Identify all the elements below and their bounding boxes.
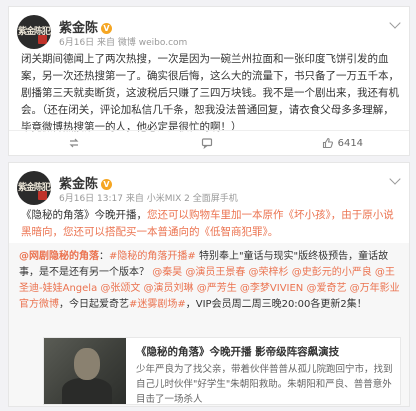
author-avatar[interactable]: 紫金陈犯罪 (17, 15, 51, 49)
video-thumbnail[interactable] (44, 338, 126, 404)
author-avatar[interactable]: 紫金陈犯罪 (17, 171, 51, 205)
like-count: 6414 (337, 137, 364, 149)
avatar-red-mark (38, 191, 47, 200)
video-title[interactable]: 《隐秘的角落》今晚开播 影帝级阵容飙演技 (136, 344, 339, 359)
author-name-row[interactable]: 紫金陈 V (59, 17, 113, 36)
weibo-post-1: 紫金陈犯罪 紫金陈V 6月16日 来自 微博 weibo.com 闭关期间德闻上… (8, 6, 410, 156)
thumbs-up-icon (322, 137, 333, 149)
chevron-down-icon[interactable] (389, 17, 401, 29)
post-body: 闭关期间德闻上了两次热搜，一次是因为一碗兰州拉面和一张印度飞饼引发的血案，另一次… (21, 51, 399, 136)
verified-icon: V (101, 179, 113, 190)
video-card[interactable]: 《隐秘的角落》今晚开播 影帝级阵容飙演技 少年严良为了找父亲，带着伙伴普普从孤儿… (43, 337, 401, 405)
post1-text-segment: 闭关期间德闻上了两次热搜，一次是因为一碗兰州拉面和一张印度飞饼引发的血案，另一次… (21, 53, 399, 133)
post-body: 《隐秘的角落》今晚开播，您还可以购物车里加一本原作《坏小孩》，由于原小说黑暗向，… (21, 207, 399, 241)
repost-colon: ： (99, 251, 109, 262)
post2-text-segment: 《隐秘的角落》今晚开播， (21, 209, 147, 221)
action-bar: 6414 (9, 130, 409, 155)
weibo-post-2: 紫金陈犯罪 紫金陈V 6月16日 13:17 来自 小米MIX 2 全面屏手机 … (8, 162, 410, 407)
avatar-red-mark (38, 35, 47, 44)
post-meta: 6月16日 来自 微博 weibo.com (59, 38, 188, 48)
author-name[interactable]: 紫金陈 (59, 21, 98, 36)
author-name-row[interactable]: 紫金陈 V (59, 173, 113, 192)
repost-text-segment: ，VIP会员周二周三晚20:00各更新2集！ (185, 299, 367, 310)
reposted-weibo[interactable]: @网剧隐秘的角落：#隐秘的角落开播# 特别奉上"童话与现实"版终极预告，童话故事… (9, 243, 409, 406)
author-name[interactable]: 紫金陈 (59, 177, 98, 192)
repost-icon (69, 138, 79, 148)
repost-button[interactable] (9, 131, 142, 155)
chevron-down-icon[interactable] (389, 173, 401, 185)
like-button[interactable]: 6414 (276, 131, 409, 155)
repost-author[interactable]: @网剧隐秘的角落 (19, 251, 99, 262)
comment-button[interactable] (142, 131, 275, 155)
verified-icon: V (101, 23, 113, 34)
repost-body: @网剧隐秘的角落：#隐秘的角落开播# 特别奉上"童话与现实"版终极预告，童话故事… (19, 249, 401, 313)
post-meta: 6月16日 13:17 来自 小米MIX 2 全面屏手机 (59, 194, 238, 204)
comment-icon (201, 138, 213, 149)
repost-text-segment: ，今日起爱奇艺 (59, 299, 129, 310)
repost-text-segment[interactable]: #隐秘的角落开播# (109, 251, 196, 262)
repost-text-segment[interactable]: #迷雾剧场# (129, 299, 186, 310)
video-description: 少年严良为了找父亲，带着伙伴普普从孤儿院跑回宁市，找到自己儿时伙伴"好学生"朱朝… (136, 364, 393, 405)
